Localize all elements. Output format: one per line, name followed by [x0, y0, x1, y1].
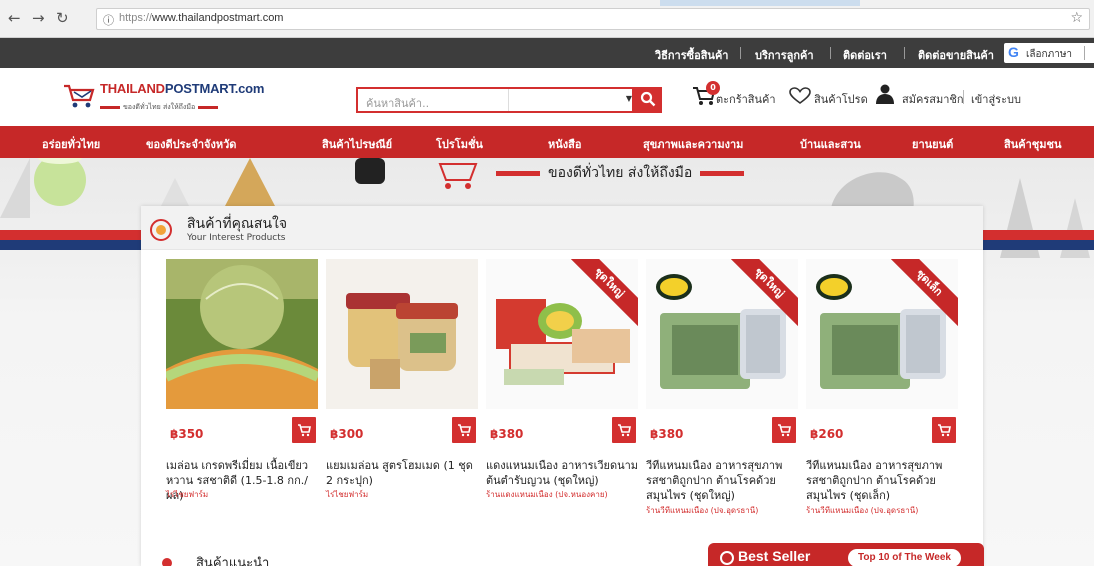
cart-link[interactable]: ตะกร้าสินค้า [716, 90, 776, 108]
bookmark-star-icon[interactable]: ☆ [1070, 10, 1083, 26]
heart-icon[interactable] [789, 87, 811, 105]
category-automotive[interactable]: ยานยนต์ [912, 135, 953, 153]
product-name[interactable]: แยมเมล่อน สูตรโฮมเมด (1 ชุด 2 กระปุก) [326, 458, 482, 488]
user-icon [876, 84, 894, 104]
category-books[interactable]: หนังสือ [548, 135, 581, 153]
interest-panel-subtitle: Your Interest Products [187, 233, 286, 243]
product-image-melon[interactable] [166, 259, 318, 409]
bestseller-icon [720, 551, 734, 565]
product-shop[interactable]: ไร่ไชยฟาร์ม [326, 488, 368, 501]
search-input[interactable]: ค้นหาสินค้า.. [366, 94, 429, 112]
product-name[interactable]: วีทีแหนมเนือง อาหารสุขภาพ รสชาติถูกปาก ต… [806, 458, 962, 503]
add-to-cart-button[interactable] [452, 417, 476, 443]
product-card[interactable]: ชุดใหญ่ ฿380 วีทีแหนมเนือง อาหารสุขภาพ ร… [646, 259, 798, 527]
add-to-cart-button[interactable] [772, 417, 796, 443]
product-image-nam-nueang-large[interactable]: ชุดใหญ่ [486, 259, 638, 409]
product-price: ฿300 [330, 427, 364, 441]
language-label: เลือกภาษา [1026, 49, 1073, 60]
address-bar[interactable]: ⓘ https://www.thailandpostmart.com ☆ [96, 8, 1090, 30]
add-to-cart-button[interactable] [292, 417, 316, 443]
product-card[interactable]: ฿350 เมล่อน เกรดพรีเมี่ยม เนื้อเขียว หวา… [166, 259, 318, 527]
interest-panel-title: สินค้าที่คุณสนใจ [187, 216, 288, 232]
product-image-melon-jam[interactable] [326, 259, 478, 409]
category-promotion[interactable]: โปรโมชั่น [436, 135, 483, 153]
logo-cart-icon [64, 84, 95, 108]
cart-icon [778, 424, 791, 437]
product-shop[interactable]: ร้านวีทีแหนมเนือง (ปจ.อุดรธานี) [646, 504, 758, 517]
topbar-link-customer-service[interactable]: บริการลูกค้า [755, 46, 814, 64]
divider [904, 47, 905, 59]
divider [740, 47, 741, 59]
category-delicious-thailand[interactable]: อร่อยทั่วไทย [42, 135, 100, 153]
category-nav: อร่อยทั่วไทย ของดีประจำจังหวัด สินค้าไปร… [0, 126, 1094, 158]
cart-icon [938, 424, 951, 437]
search-category-dropdown[interactable]: ▼ [508, 89, 638, 111]
language-selector[interactable]: G เลือกภาษา [1004, 43, 1094, 63]
wishlist-link[interactable]: สินค้าโปรด [814, 90, 868, 108]
cart-icon [618, 424, 631, 437]
category-home-garden[interactable]: บ้านและสวน [800, 135, 861, 153]
cart-icon [298, 424, 311, 437]
cart-icon [458, 424, 471, 437]
product-image-vt-nam-nueang-small[interactable]: ชุดเล็ก [806, 259, 958, 409]
recommended-icon [162, 558, 172, 566]
bestseller-tab[interactable]: Best Seller Top 10 of The Week [708, 543, 984, 566]
back-icon[interactable]: ← [8, 9, 21, 27]
search-box[interactable]: ค้นหาสินค้า.. ▼ [356, 87, 634, 113]
product-card[interactable]: ชุดใหญ่ ฿380 แดงแหนมเนือง อาหารเวียดนาม … [486, 259, 638, 527]
category-postal-products[interactable]: สินค้าไปรษณีย์ [322, 135, 392, 153]
divider [963, 90, 964, 104]
forward-icon[interactable]: → [32, 9, 45, 27]
add-to-cart-button[interactable] [612, 417, 636, 443]
product-card[interactable]: ชุดเล็ก ฿260 วีทีแหนมเนือง อาหารสุขภาพ ร… [806, 259, 958, 527]
product-price: ฿350 [170, 427, 204, 441]
hero-tagline: ของดีทั่วไทย ส่งให้ถึงมือ [496, 162, 745, 184]
browser-chrome: ← → ↻ ⓘ https://www.thailandpostmart.com… [0, 0, 1094, 38]
product-shop[interactable]: ร้านวีทีแหนมเนือง (ปจ.อุดรธานี) [806, 504, 918, 517]
url-text: https://www.thailandpostmart.com [119, 12, 284, 24]
google-translate-icon: G [1008, 44, 1019, 60]
top-utility-bar: วิธีการซื้อสินค้า บริการลูกค้า ติดต่อเรา… [0, 38, 1094, 68]
login-link[interactable]: เข้าสู่ระบบ [971, 90, 1021, 108]
category-health-beauty[interactable]: สุขภาพและความงาม [643, 135, 743, 153]
dropdown-arrow-icon: ▼ [625, 94, 632, 103]
bestseller-top10-tag[interactable]: Top 10 of The Week [848, 549, 961, 566]
search-icon [640, 91, 656, 107]
topbar-link-sell-with-us[interactable]: ติดต่อขายสินค้า [918, 46, 994, 64]
product-shop[interactable]: ไร่ไชยฟาร์ม [166, 488, 208, 501]
product-image-vt-nam-nueang-large[interactable]: ชุดใหญ่ [646, 259, 798, 409]
category-community-products[interactable]: สินค้าชุมชน [1004, 135, 1061, 153]
interest-star-icon [150, 219, 172, 241]
site-header: THAILANDPOSTMART.com ของดีทั่วไทย ส่งให้… [0, 68, 1094, 126]
browser-tab-strip [660, 0, 860, 6]
bestseller-label: Best Seller [738, 548, 811, 564]
product-price: ฿380 [490, 427, 524, 441]
register-link[interactable]: สมัครสมาชิก [902, 90, 964, 108]
divider [830, 47, 831, 59]
logo-tagline: ของดีทั่วไทย ส่งให้ถึงมือ [100, 97, 219, 116]
topbar-link-how-to-buy[interactable]: วิธีการซื้อสินค้า [655, 46, 728, 64]
divider [1084, 46, 1085, 60]
add-to-cart-button[interactable] [932, 417, 956, 443]
product-card[interactable]: ฿300 แยมเมล่อน สูตรโฮมเมด (1 ชุด 2 กระปุ… [326, 259, 478, 527]
topbar-link-contact[interactable]: ติดต่อเรา [843, 46, 887, 64]
interest-panel-header: สินค้าที่คุณสนใจ Your Interest Products [141, 206, 983, 250]
product-name[interactable]: วีทีแหนมเนือง อาหารสุขภาพ รสชาติถูกปาก ต… [646, 458, 802, 503]
reload-icon[interactable]: ↻ [56, 9, 69, 27]
info-icon[interactable]: ⓘ [103, 12, 114, 28]
search-button[interactable] [634, 87, 662, 113]
product-price: ฿260 [810, 427, 844, 441]
recommended-title: สินค้าแนะนำ [196, 556, 270, 566]
logo-brand-text: THAILANDPOSTMART.com [100, 81, 265, 96]
product-price: ฿380 [650, 427, 684, 441]
product-shop[interactable]: ร้านแดงแหนมเนือง (ปจ.หนองคาย) [486, 488, 608, 501]
category-provincial-goods[interactable]: ของดีประจำจังหวัด [146, 135, 236, 153]
product-name[interactable]: แดงแหนมเนือง อาหารเวียดนาม ต้นตำรับญวน (… [486, 458, 642, 488]
